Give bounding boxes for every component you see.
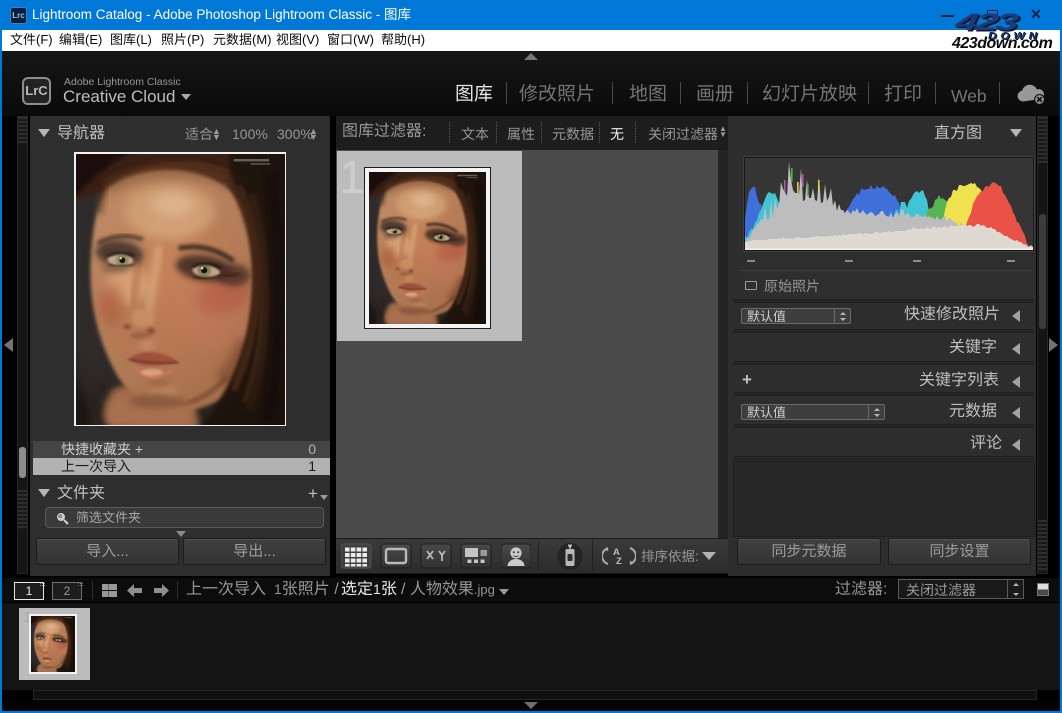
svg-text:Z: Z (616, 556, 622, 567)
